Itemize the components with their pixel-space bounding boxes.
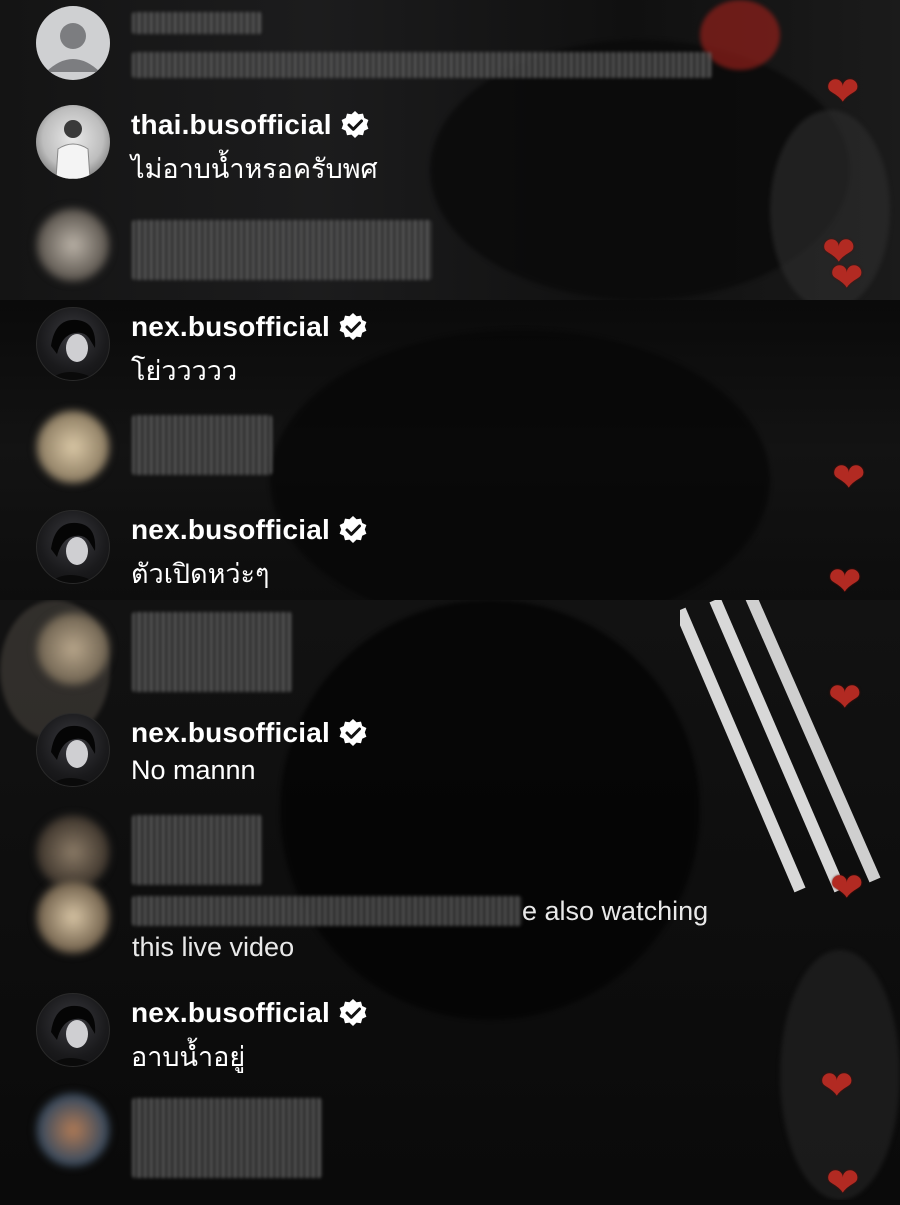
blurred-comment (132, 815, 262, 885)
username[interactable]: nex.busofficial (131, 997, 330, 1029)
avatar[interactable] (36, 993, 110, 1067)
avatar (36, 1093, 110, 1167)
blurred-comment (132, 415, 272, 475)
heart-icon: ❤ (826, 1161, 860, 1205)
comment-row: nex.busofficial ตัวเปิดหว่ะๆ (36, 510, 368, 595)
heart-icon: ❤ (828, 560, 862, 604)
verified-badge-icon (339, 516, 367, 543)
username[interactable]: nex.busofficial (131, 514, 330, 546)
heart-icon: ❤ (820, 1064, 854, 1108)
comment-row: nex.busofficial No mannn (36, 713, 368, 787)
avatar (36, 880, 110, 954)
blurred-comment (132, 220, 432, 280)
username[interactable]: nex.busofficial (131, 717, 330, 749)
avatar[interactable] (36, 510, 110, 584)
blurred-username (132, 12, 262, 34)
comment-row-blurred (36, 612, 110, 686)
system-notice: e also watching this live video (132, 893, 782, 965)
heart-icon: ❤ (832, 456, 866, 500)
avatar[interactable] (36, 307, 110, 381)
verified-badge-icon (339, 313, 367, 340)
heart-icon: ❤ (826, 70, 860, 114)
comment-row: nex.busofficial โย่ววววว (36, 307, 368, 392)
comment-row: nex.busofficial อาบน้ำอยู่ (36, 993, 368, 1078)
comment-row-blurred (36, 208, 110, 282)
avatar (36, 612, 110, 686)
comment-text: ตัวเปิดหว่ะๆ (131, 559, 270, 589)
username[interactable]: nex.busofficial (131, 311, 330, 343)
comment-row-blurred (36, 410, 110, 484)
username[interactable]: thai.busofficial (131, 109, 332, 141)
comment-row-blurred (36, 815, 110, 889)
system-notice-line1: e also watching (522, 896, 709, 926)
avatar[interactable] (36, 105, 110, 179)
verified-badge-icon (339, 719, 367, 746)
comment-text: โย่ววววว (131, 356, 238, 386)
blurred-comment (132, 1098, 322, 1178)
heart-icon: ❤ (830, 256, 864, 300)
comment-text: No mannn (131, 755, 256, 785)
comment-row-blurred (36, 880, 110, 954)
blurred-comment (132, 52, 712, 78)
comment-text: อาบน้ำอยู่ (131, 1042, 246, 1072)
comment-row-blurred (36, 6, 110, 80)
avatar (36, 815, 110, 889)
comment-row: thai.busofficial ไม่อาบน้ำหรอครับพศ (36, 105, 378, 190)
blurred-comment (132, 612, 292, 692)
default-avatar-icon (36, 6, 110, 80)
comment-text: ไม่อาบน้ำหรอครับพศ (131, 154, 378, 184)
comment-row-blurred (36, 1093, 110, 1167)
system-notice-line2: this live video (132, 932, 295, 962)
avatar (36, 208, 110, 282)
avatar[interactable] (36, 713, 110, 787)
heart-icon: ❤ (828, 676, 862, 720)
heart-icon: ❤ (830, 866, 864, 910)
jacket-stripes (680, 600, 881, 893)
avatar (36, 410, 110, 484)
verified-badge-icon (339, 999, 367, 1026)
verified-badge-icon (341, 111, 369, 138)
